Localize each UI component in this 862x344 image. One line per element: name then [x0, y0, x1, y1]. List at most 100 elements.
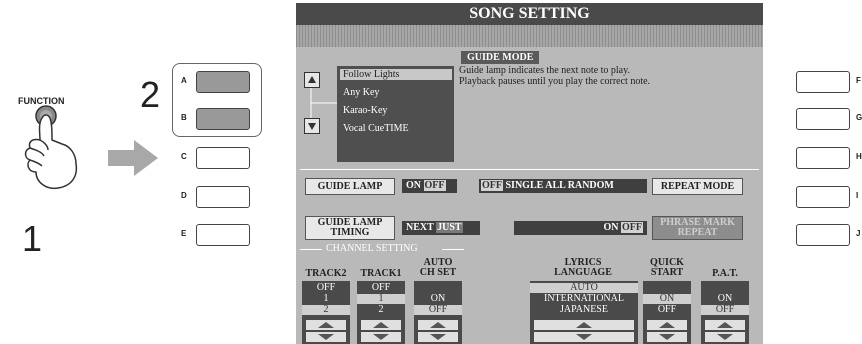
track1-column[interactable]: OFF 1 2 [357, 281, 405, 344]
guide-mode-option-any-key[interactable]: Any Key [343, 87, 379, 98]
guide-lamp-button[interactable]: GUIDE LAMP [305, 178, 395, 195]
auto-ch-set-header-line2: CH SET [419, 267, 457, 278]
button-i-letter: I [856, 191, 859, 200]
guide-mode-tab: GUIDE MODE [461, 51, 540, 64]
auto-ch-set-column[interactable]: ON OFF [414, 281, 462, 344]
button-a-letter: A [181, 76, 187, 85]
title-stripe [296, 25, 763, 47]
repeat-mode-button[interactable]: REPEAT MODE [652, 178, 743, 195]
button-j[interactable] [796, 224, 850, 246]
guide-lamp-on: ON [406, 180, 421, 191]
guide-lamp-toggle[interactable]: ON OFF [402, 179, 457, 193]
lyrics-language-header: LYRICS LANGUAGE [528, 258, 638, 278]
track2-header: TRACK2 [305, 268, 347, 279]
phrase-off: OFF [621, 222, 643, 233]
button-j-letter: J [856, 229, 861, 238]
auto-ch-set-header: AUTO CH SET [413, 258, 463, 278]
button-e-letter: E [181, 229, 187, 238]
guide-lamp-timing-button[interactable]: GUIDE LAMP TIMING [305, 216, 395, 240]
button-d[interactable] [196, 186, 250, 208]
step-1-number: 1 [22, 218, 43, 259]
pat-value-off: OFF [701, 305, 749, 315]
lyrics-language-up-icon [534, 320, 634, 330]
timing-next: NEXT [406, 222, 434, 233]
pat-column[interactable]: ON OFF [701, 281, 749, 344]
track2-value-off: OFF [316, 282, 336, 293]
repeat-single: SINGLE [505, 180, 544, 191]
button-a[interactable] [196, 71, 250, 93]
track1-value-off: OFF [371, 282, 391, 293]
track2-column[interactable]: OFF 1 2 [302, 281, 350, 344]
lyrics-language-down-icon [534, 332, 634, 342]
track1-up-icon [361, 320, 401, 330]
channel-setting-label: CHANNEL SETTING [326, 243, 418, 254]
timing-just: JUST [436, 222, 463, 233]
button-i[interactable] [796, 186, 850, 208]
quick-start-value-on: ON [643, 294, 691, 304]
track1-down-icon [361, 332, 401, 342]
button-e[interactable] [196, 224, 250, 246]
right-arrow-icon [108, 140, 158, 176]
lcd-screen: SONG SETTING GUIDE MODE Guide lamp indic… [296, 3, 763, 344]
repeat-all: ALL [545, 180, 566, 191]
channel-setting-line-right [442, 249, 464, 250]
track2-up-icon [306, 320, 346, 330]
quick-start-value-off: OFF [657, 304, 677, 315]
pat-down-icon [705, 332, 745, 342]
track1-header: TRACK1 [360, 268, 402, 279]
repeat-random: RANDOM [567, 180, 614, 191]
auto-ch-set-value-on: ON [430, 293, 446, 304]
phrase-on: ON [603, 222, 619, 233]
button-h[interactable] [796, 147, 850, 169]
button-d-letter: D [181, 191, 187, 200]
lyrics-language-value-auto: AUTO [530, 283, 638, 293]
button-f-letter: F [856, 76, 861, 85]
lyrics-language-value-international: INTERNATIONAL [544, 293, 624, 304]
phrase-repeat-toggle[interactable]: ON OFF [514, 221, 647, 235]
guide-lamp-off: OFF [423, 180, 446, 191]
pat-header: P.A.T. [712, 268, 738, 279]
list-down-button[interactable] [304, 118, 320, 134]
button-g[interactable] [796, 108, 850, 130]
guide-mode-option-follow-lights[interactable]: Follow Lights [340, 69, 452, 80]
button-h-letter: H [856, 152, 862, 161]
button-f[interactable] [796, 71, 850, 93]
step-2-number: 2 [140, 74, 161, 115]
quick-start-header: QUICK START [642, 258, 692, 278]
track2-value-2: 2 [302, 305, 350, 315]
lyrics-language-value-japanese: JAPANESE [560, 304, 608, 315]
track1-value-2: 2 [378, 304, 384, 315]
track1-value-1: 1 [357, 294, 405, 304]
button-c[interactable] [196, 147, 250, 169]
triangle-up-icon [308, 76, 316, 83]
pointing-hand-icon [24, 114, 78, 190]
timing-toggle[interactable]: NEXT JUST [402, 221, 480, 235]
quick-start-header-line2: START [650, 267, 684, 278]
button-b-letter: B [181, 113, 187, 122]
list-up-button[interactable] [304, 72, 320, 88]
triangle-down-icon [308, 123, 316, 130]
guide-mode-option-vocal-cuetime[interactable]: Vocal CueTIME [343, 123, 409, 134]
screen-title: SONG SETTING [296, 3, 763, 25]
pat-up-icon [705, 320, 745, 330]
lyrics-language-column[interactable]: AUTO INTERNATIONAL JAPANESE [530, 281, 638, 344]
track2-value-1: 1 [323, 293, 329, 304]
quick-start-column[interactable]: ON OFF [643, 281, 691, 344]
function-button[interactable] [14, 104, 86, 202]
pat-value-on: ON [717, 293, 733, 304]
track2-down-icon [306, 332, 346, 342]
button-b[interactable] [196, 108, 250, 130]
repeat-selector[interactable]: OFF SINGLE ALL RANDOM [479, 179, 647, 193]
auto-ch-set-down-icon [418, 332, 458, 342]
phrase-mark-repeat-button[interactable]: PHRASE MARK REPEAT [652, 216, 743, 240]
list-connector [310, 88, 340, 118]
quick-start-up-icon [647, 320, 687, 330]
guide-lamp-timing-line2: TIMING [330, 227, 370, 238]
lyrics-language-header-line2: LANGUAGE [554, 267, 612, 278]
auto-ch-set-value-off: OFF [414, 305, 462, 315]
guide-mode-option-karao-key[interactable]: Karao-Key [343, 105, 387, 116]
quick-start-down-icon [647, 332, 687, 342]
channel-setting-line-left [300, 249, 322, 250]
button-g-letter: G [856, 113, 862, 122]
guide-mode-description: Guide lamp indicates the next note to pl… [459, 65, 651, 87]
